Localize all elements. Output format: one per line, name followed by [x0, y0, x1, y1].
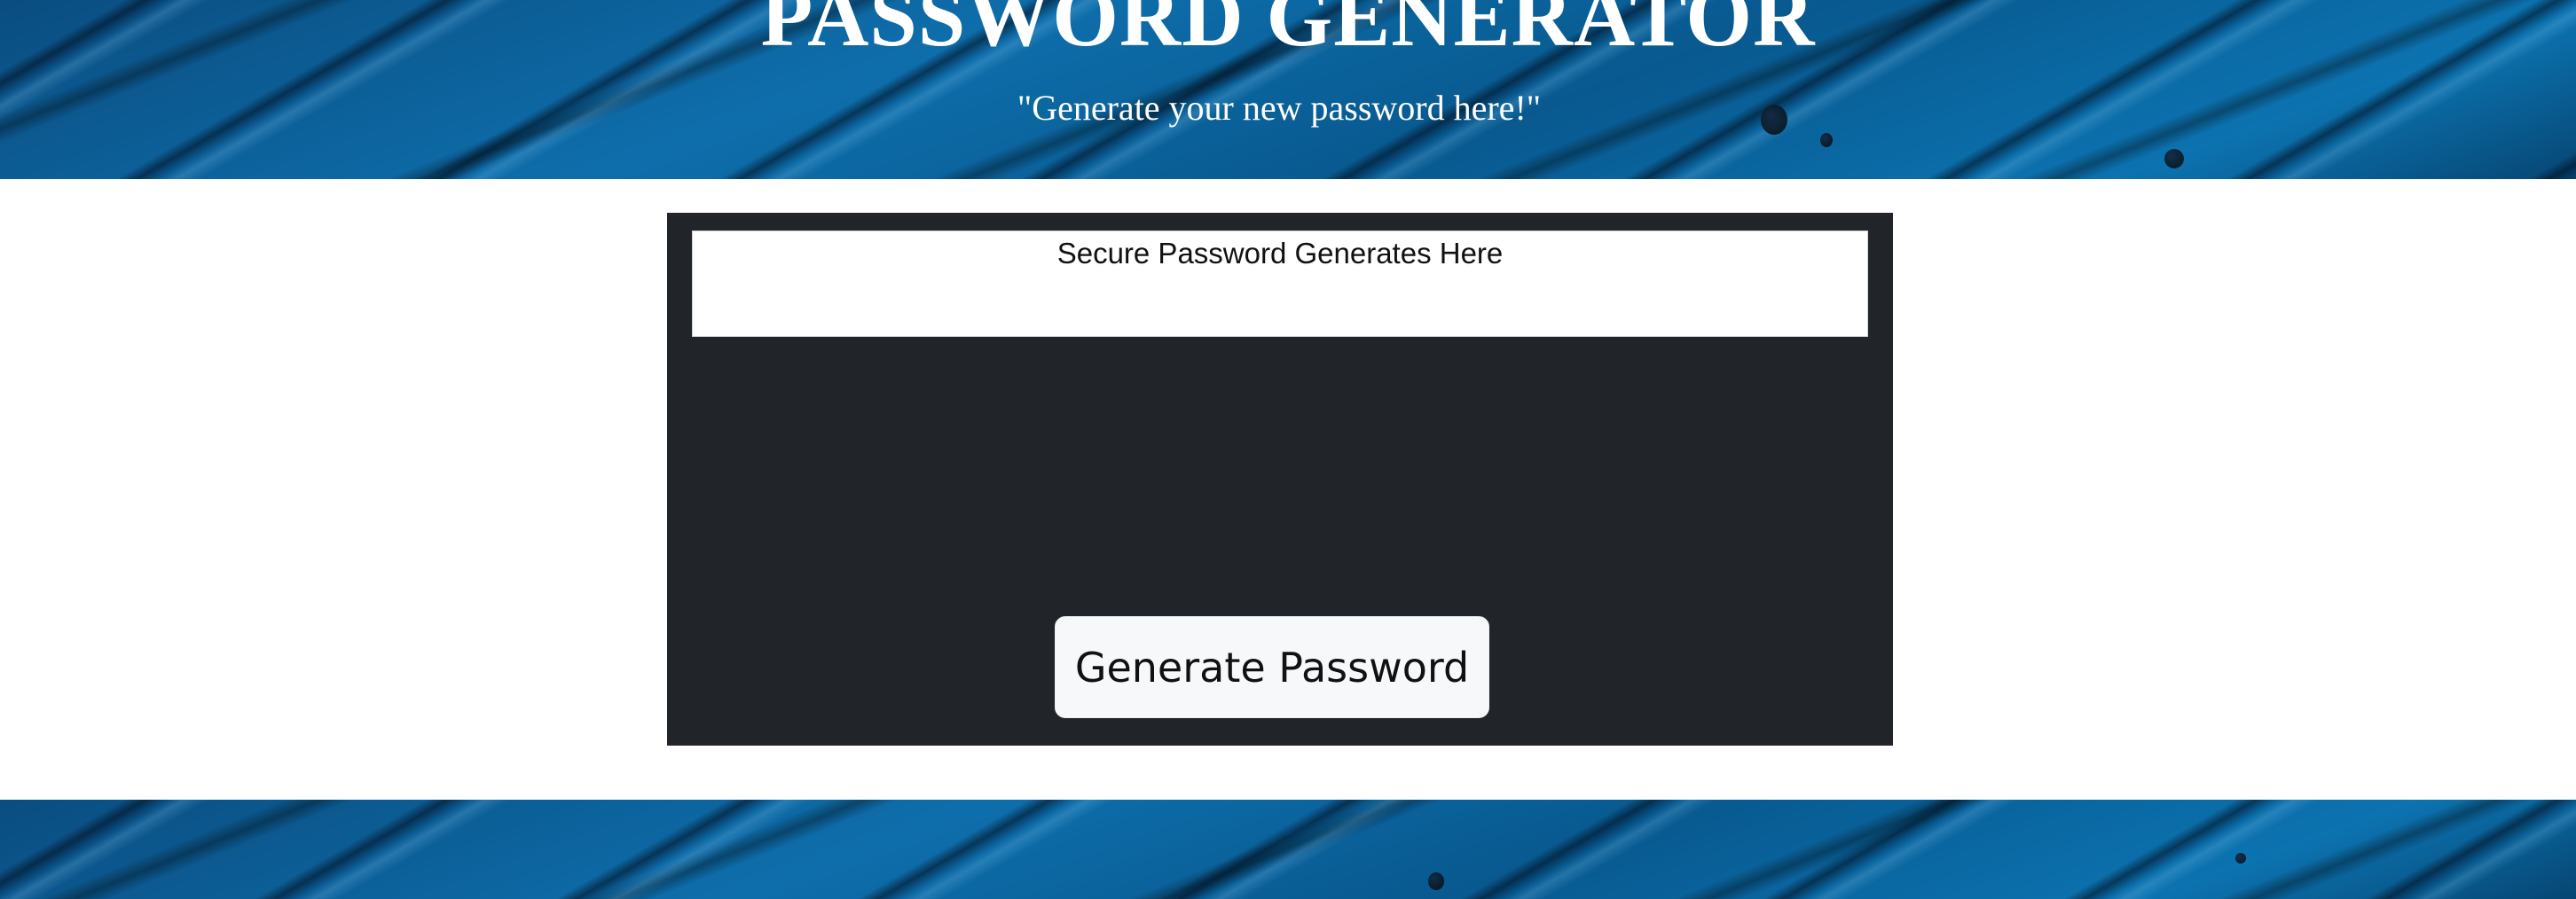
generate-password-button[interactable]: Generate Password — [1055, 616, 1489, 718]
password-output-field[interactable] — [692, 231, 1868, 337]
password-card: Generate Password — [667, 213, 1893, 746]
background-texture-bubble — [1820, 133, 1833, 147]
header-banner: PASSWORD GENERATOR "Generate your new pa… — [0, 0, 2576, 179]
footer-banner — [0, 800, 2576, 899]
page-subtitle: "Generate your new password here!" — [1017, 88, 1542, 128]
background-texture-bubble — [2164, 149, 2184, 168]
background-texture-bubble — [2235, 853, 2246, 864]
page-title: PASSWORD GENERATOR — [760, 0, 1816, 64]
background-texture-bubble — [1428, 872, 1444, 890]
